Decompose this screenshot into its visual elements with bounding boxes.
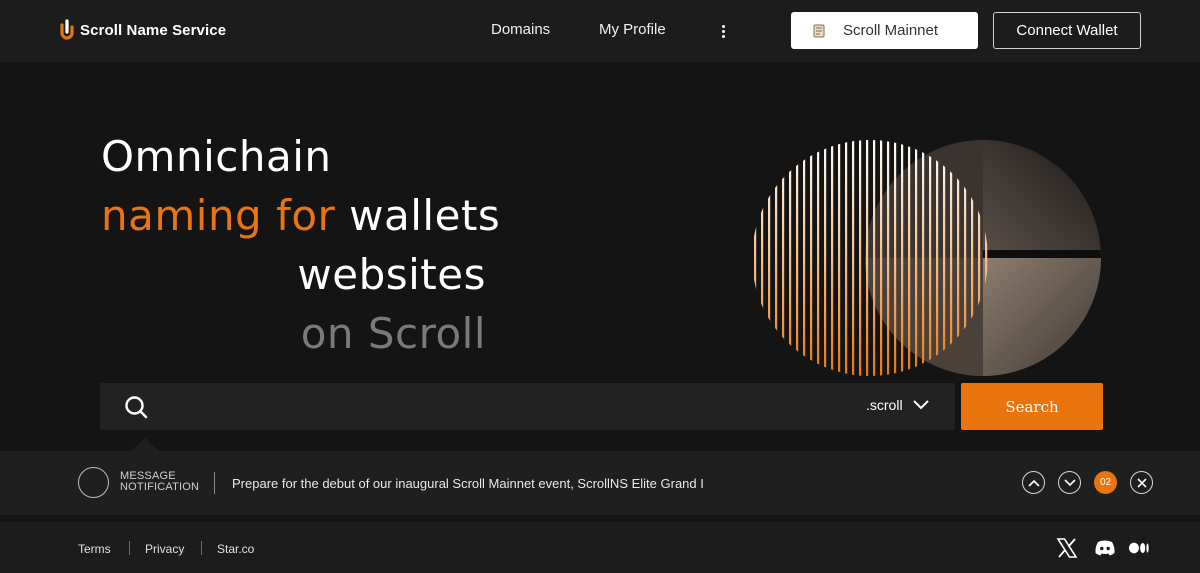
discord-icon[interactable] [1094, 538, 1116, 558]
notification-count-badge: 02 [1094, 471, 1117, 494]
search-button[interactable]: Search [961, 383, 1103, 430]
network-label: Scroll Mainnet [843, 22, 939, 39]
headline-line-3: websites [297, 250, 486, 299]
divider [214, 472, 215, 494]
kebab-menu-icon[interactable] [717, 22, 731, 42]
search-icon [125, 396, 148, 419]
search-input[interactable] [165, 391, 845, 423]
close-icon [1136, 477, 1147, 488]
notification-tag-line-2: NOTIFICATION [120, 481, 200, 493]
tld-label: .scroll [866, 397, 903, 413]
headline-line-1: Omnichain [101, 132, 332, 181]
footer-link-privacy[interactable]: Privacy [145, 542, 184, 556]
nav-my-profile[interactable]: My Profile [599, 21, 666, 38]
chevron-up-icon [1027, 479, 1040, 487]
headline-line-2-rest: wallets [335, 191, 501, 240]
x-icon[interactable] [1056, 538, 1078, 558]
footer-link-star[interactable]: Star.co [217, 542, 254, 556]
tld-dropdown[interactable]: .scroll [866, 397, 929, 413]
medium-icon[interactable] [1128, 538, 1150, 558]
nav-domains[interactable]: Domains [491, 21, 550, 38]
notification-avatar [78, 467, 109, 498]
scroll-parchment-icon [813, 24, 825, 37]
network-selector-button[interactable]: Scroll Mainnet [791, 12, 978, 49]
chevron-down-icon [1063, 478, 1076, 486]
next-notification-button[interactable] [1058, 471, 1081, 494]
notification-tag: MESSAGE NOTIFICATION [120, 471, 199, 493]
headline-line-2: naming for wallets [101, 195, 500, 237]
top-navbar: Scroll Name Service Domains My Profile S… [0, 0, 1200, 62]
notification-pointer [131, 438, 159, 451]
brand[interactable]: Scroll Name Service [58, 18, 226, 42]
footer-divider [129, 541, 130, 555]
footer-link-terms[interactable]: Terms [78, 542, 111, 556]
footer-divider [201, 541, 202, 555]
headline-accent: naming for [101, 191, 336, 240]
brand-name: Scroll Name Service [80, 21, 227, 39]
headline-line-4: on Scroll [300, 309, 486, 358]
hero-illustration [754, 140, 1101, 376]
notification-message: Prepare for the debut of our inaugural S… [232, 476, 704, 491]
connect-wallet-button[interactable]: Connect Wallet [993, 12, 1141, 49]
close-notification-button[interactable] [1130, 471, 1153, 494]
previous-notification-button[interactable] [1022, 471, 1045, 494]
scroll-logo-icon [60, 19, 74, 40]
chevron-down-icon [912, 400, 929, 410]
